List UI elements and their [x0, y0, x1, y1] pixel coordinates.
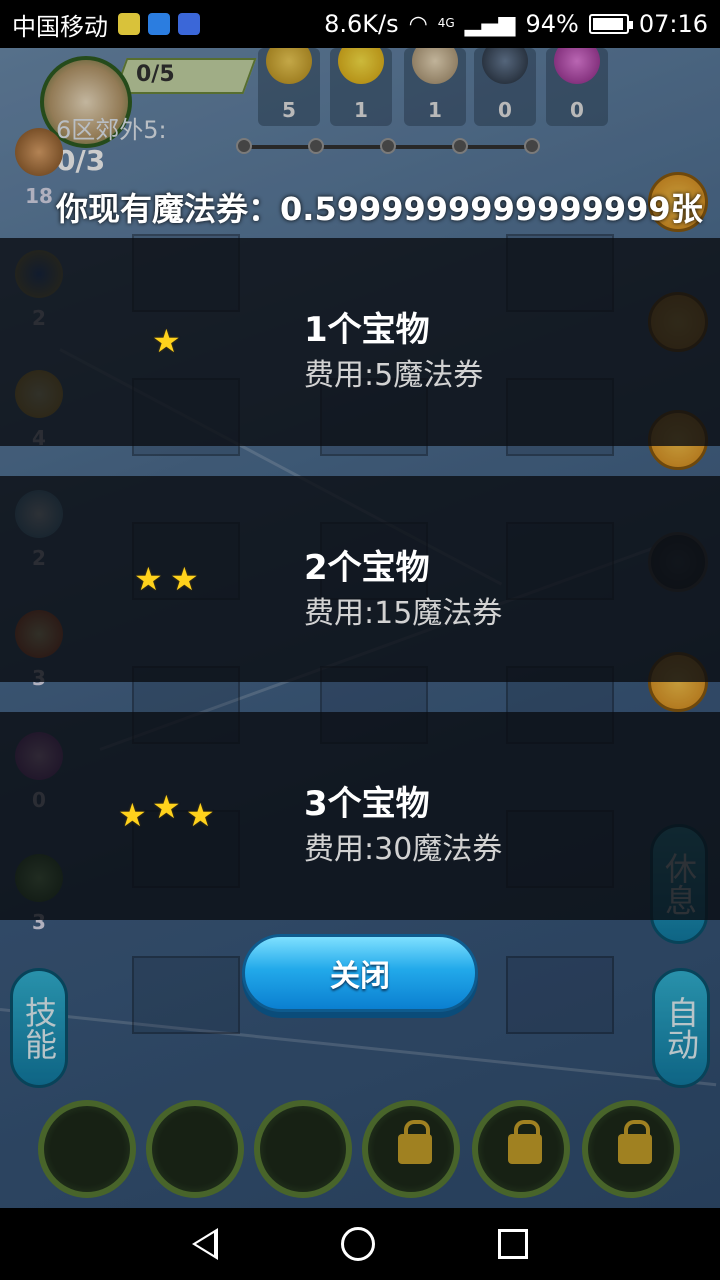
- treasure-option-2[interactable]: ★ ★ 2个宝物 费用:15魔法券: [0, 476, 720, 682]
- star-icon: ★: [134, 560, 163, 598]
- star-icon: ★: [152, 788, 181, 826]
- system-nav-bar: [0, 1208, 720, 1280]
- star-icon: ★: [186, 796, 215, 834]
- option-cost: 费用:30魔法券: [304, 832, 503, 867]
- ticket-label: 你现有魔法券：: [56, 190, 281, 228]
- option-cost: 费用:5魔法券: [304, 358, 484, 393]
- close-button-label: 关闭: [330, 959, 390, 994]
- battery-percent: 94%: [525, 10, 579, 38]
- recent-apps-icon[interactable]: [498, 1229, 529, 1259]
- network-type: 4G: [437, 16, 455, 30]
- battery-icon: [588, 14, 633, 34]
- option-title: 2个宝物: [304, 548, 430, 588]
- star-icon: ★: [170, 560, 199, 598]
- carrier-label: 中国移动: [12, 12, 108, 41]
- briefcase-icon: [148, 13, 170, 35]
- paw-icon: [178, 13, 200, 35]
- option-title: 3个宝物: [304, 784, 430, 824]
- treasure-option-3[interactable]: ★ ★ ★ 3个宝物 费用:30魔法券: [0, 712, 720, 920]
- option-title: 1个宝物: [304, 310, 430, 350]
- app-notification-icon: [118, 13, 140, 35]
- clock: 07:16: [638, 10, 708, 38]
- star-icon: ★: [118, 796, 147, 834]
- back-icon[interactable]: [191, 1228, 218, 1260]
- star-icon: ★: [152, 322, 181, 360]
- treasure-option-1[interactable]: ★ 1个宝物 费用:5魔法券: [0, 238, 720, 446]
- status-bar: 中国移动 8.6K/s ◠ 4G ▂▄▆ 94% 07:16: [0, 0, 720, 48]
- network-speed: 8.6K/s: [324, 10, 399, 38]
- signal-icon: ▂▄▆: [464, 11, 516, 37]
- home-icon[interactable]: [340, 1227, 375, 1261]
- ticket-balance: 你现有魔法券：0.5999999999999999张: [56, 184, 703, 230]
- battery-fill: [592, 18, 623, 30]
- option-cost: 费用:15魔法券: [304, 596, 503, 631]
- close-button[interactable]: 关闭: [242, 934, 478, 1012]
- wifi-icon: ◠: [408, 11, 428, 37]
- ticket-value: 0.5999999999999999张: [280, 190, 703, 228]
